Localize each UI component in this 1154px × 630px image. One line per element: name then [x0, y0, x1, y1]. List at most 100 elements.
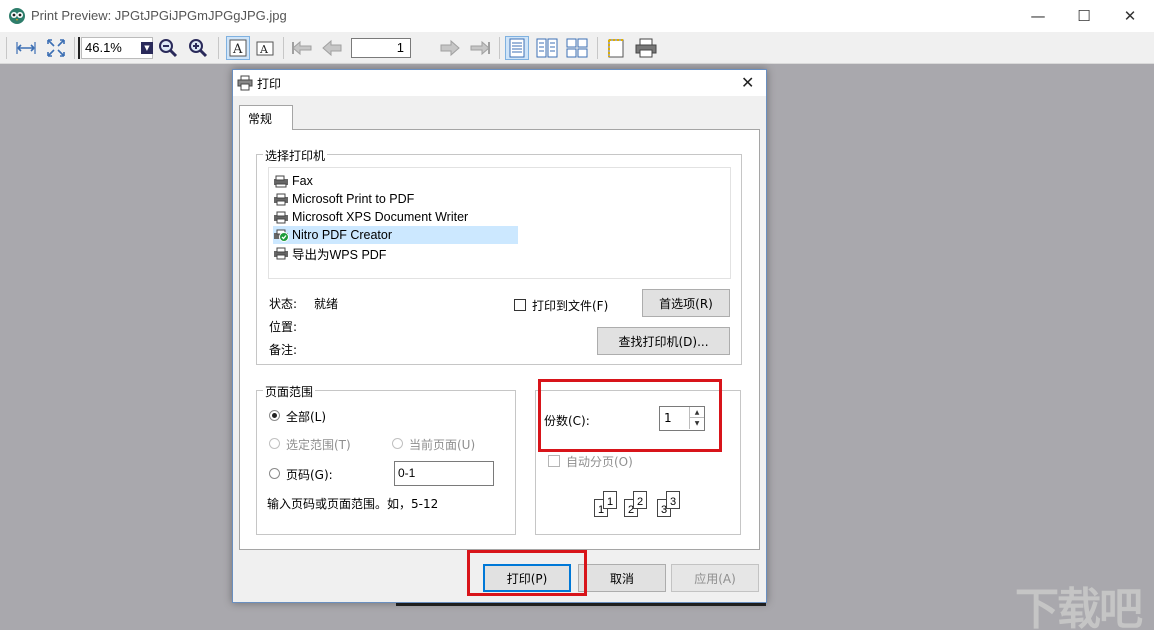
page-number-input[interactable]: 1: [351, 38, 411, 58]
watermark-logo: 下载吧: [1015, 584, 1143, 630]
collate-checkbox[interactable]: [548, 455, 560, 467]
printer-item-label: 导出为WPS PDF: [292, 247, 387, 262]
dialog-title: 打印: [257, 77, 282, 91]
location-label: 位置:: [269, 320, 298, 334]
dialog-close-icon[interactable]: ✕: [741, 73, 754, 92]
selection-label[interactable]: 选定范围(T): [286, 436, 351, 453]
printer-item-fax[interactable]: Fax: [273, 172, 518, 190]
printer-icon: [274, 211, 288, 223]
printer-item-ms-pdf[interactable]: Microsoft Print to PDF: [273, 190, 518, 208]
fit-width-icon: [16, 42, 36, 54]
zoom-in-button[interactable]: [186, 36, 210, 60]
toolbar-separator: [78, 37, 80, 59]
preferences-button[interactable]: 首选项(R): [642, 289, 730, 317]
collate-page-icon: 3: [666, 491, 680, 509]
last-page-icon: [470, 40, 490, 56]
preview-page-edge: [396, 603, 766, 606]
zoom-out-icon: [159, 39, 178, 58]
dialog-title-bar: 打印 ✕: [233, 70, 766, 96]
printer-icon: [635, 38, 657, 58]
collate-page-icon: 2: [633, 491, 647, 509]
minimize-icon: —: [1030, 7, 1046, 25]
toolbar-separator: [283, 37, 284, 59]
font-large-button[interactable]: A: [226, 36, 250, 60]
four-pages-icon: [566, 38, 588, 58]
fit-page-button[interactable]: [44, 36, 68, 60]
two-pages-icon: [536, 38, 558, 58]
cancel-button[interactable]: 取消: [578, 564, 666, 592]
printer-item-label: Microsoft XPS Document Writer: [292, 210, 469, 224]
default-printer-check-icon: [274, 229, 289, 242]
status-label: 状态:: [269, 297, 298, 311]
page-setup-icon: [608, 39, 624, 58]
fax-icon: [274, 175, 288, 187]
prev-page-button[interactable]: [320, 36, 344, 60]
print-dialog: 打印 ✕ 常规 选择打印机 Fax Microsoft Print to PDF…: [232, 69, 767, 603]
pages-radio[interactable]: [269, 468, 280, 479]
all-pages-label[interactable]: 全部(L): [286, 408, 326, 425]
apply-button[interactable]: 应用(A): [671, 564, 759, 592]
printer-item-nitro[interactable]: Nitro PDF Creator: [273, 226, 518, 244]
four-pages-button[interactable]: [565, 36, 589, 60]
tab-panel-general: 选择打印机 Fax Microsoft Print to PDF Microso…: [239, 129, 760, 550]
all-pages-radio[interactable]: [269, 410, 280, 421]
tab-general[interactable]: 常规: [239, 105, 293, 130]
window-title: Print Preview: JPGtJPGiJPGmJPGgJPG.jpg: [31, 8, 287, 23]
toolbar-separator: [74, 37, 75, 59]
comment-label: 备注:: [269, 343, 298, 357]
font-a-small-icon: A: [256, 41, 274, 56]
fit-width-button[interactable]: [14, 36, 38, 60]
collate-page-icon: 1: [603, 491, 617, 509]
collate-label[interactable]: 自动分页(O): [566, 453, 633, 470]
current-page-label[interactable]: 当前页面(U): [409, 436, 475, 453]
dialog-printer-icon: [237, 75, 253, 91]
next-page-icon: [440, 39, 460, 57]
page-setup-button[interactable]: [604, 36, 628, 60]
app-owl-icon: [9, 8, 25, 24]
page-range-group: 页面范围 全部(L) 选定范围(T) 当前页面(U) 页码(G): 0-1 输入…: [256, 383, 516, 535]
svg-text:A: A: [232, 42, 243, 57]
print-highlight-box: [467, 550, 587, 596]
font-a-icon: A: [229, 39, 247, 57]
last-page-button[interactable]: [468, 36, 492, 60]
printer-item-label: Fax: [292, 174, 313, 188]
page-range-legend: 页面范围: [263, 383, 316, 400]
minimize-button[interactable]: —: [1015, 0, 1061, 32]
select-printer-group: 选择打印机 Fax Microsoft Print to PDF Microso…: [256, 147, 742, 365]
one-page-icon: [509, 38, 525, 58]
zoom-out-button[interactable]: [156, 36, 180, 60]
printer-item-xps[interactable]: Microsoft XPS Document Writer: [273, 208, 518, 226]
pages-input[interactable]: 0-1: [394, 461, 494, 486]
font-small-button[interactable]: A: [254, 36, 278, 60]
maximize-icon: ☐: [1077, 7, 1091, 25]
printer-list[interactable]: Fax Microsoft Print to PDF Microsoft XPS…: [268, 167, 731, 279]
print-button-toolbar[interactable]: [634, 36, 658, 60]
print-to-file-checkbox[interactable]: [514, 299, 526, 311]
svg-text:A: A: [259, 43, 269, 56]
fit-page-icon: [47, 39, 65, 57]
first-page-button[interactable]: [290, 36, 314, 60]
one-page-button[interactable]: [505, 36, 529, 60]
maximize-button[interactable]: ☐: [1061, 0, 1107, 32]
printer-item-label: Microsoft Print to PDF: [292, 192, 415, 206]
zoom-dropdown-icon[interactable]: ▼: [141, 42, 153, 54]
page-range-hint: 输入页码或页面范围。如，5-12: [267, 497, 439, 511]
close-button[interactable]: ✕: [1107, 0, 1153, 32]
find-printer-button[interactable]: 查找打印机(D)...: [597, 327, 730, 355]
toolbar-separator: [597, 37, 598, 59]
first-page-icon: [292, 40, 312, 56]
current-page-radio[interactable]: [392, 438, 403, 449]
toolbar-separator: [499, 37, 500, 59]
next-page-button[interactable]: [438, 36, 462, 60]
two-pages-button[interactable]: [535, 36, 559, 60]
printer-item-wps[interactable]: 导出为WPS PDF: [273, 244, 518, 262]
close-icon: ✕: [1123, 7, 1137, 25]
printer-icon: [274, 193, 288, 205]
pages-label[interactable]: 页码(G):: [286, 466, 333, 483]
printer-icon: [274, 247, 288, 259]
title-bar: Print Preview: JPGtJPGiJPGmJPGgJPG.jpg —…: [0, 0, 1154, 32]
select-printer-legend: 选择打印机: [263, 147, 328, 164]
zoom-in-icon: [189, 39, 208, 58]
print-to-file-label[interactable]: 打印到文件(F): [532, 297, 608, 314]
selection-radio[interactable]: [269, 438, 280, 449]
